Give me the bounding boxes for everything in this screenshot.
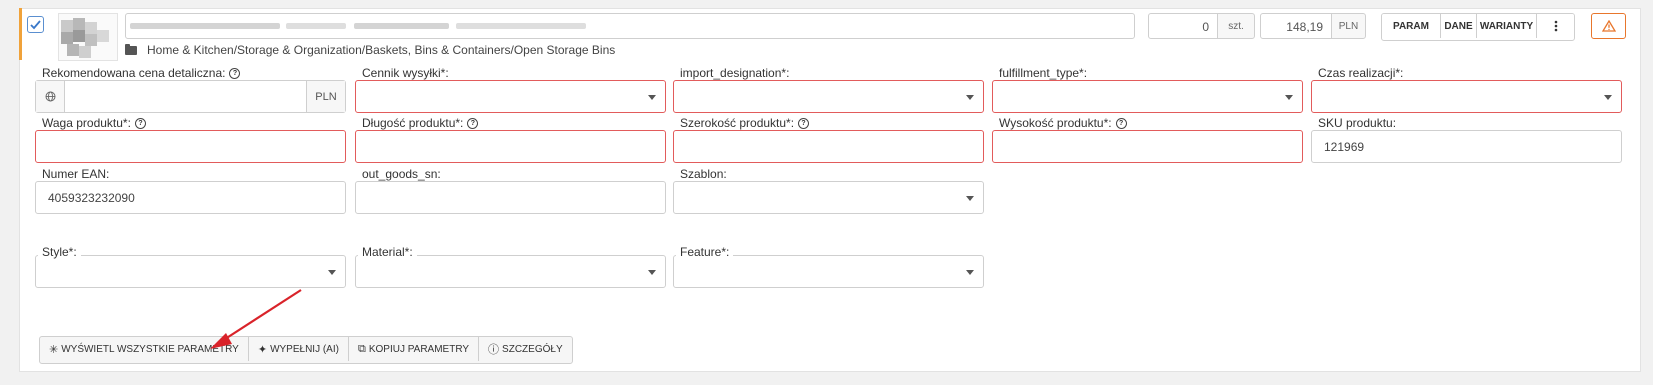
- quantity-input[interactable]: 0: [1148, 13, 1218, 39]
- info-icon: ⓘ: [488, 344, 500, 356]
- import-designation-select[interactable]: [673, 80, 984, 113]
- globe-icon: [36, 81, 65, 112]
- chevron-down-icon: [648, 95, 656, 100]
- fulfillment-type-label: fulfillment_type*:: [995, 66, 1092, 80]
- czas-realizacji-label: Czas realizacji*:: [1314, 66, 1408, 80]
- fill-ai-button[interactable]: ✦ WYPEŁNIJ (AI): [249, 337, 349, 361]
- chevron-down-icon: [1285, 95, 1293, 100]
- sku-value: 121969: [1324, 140, 1365, 154]
- asterisk-icon: ✳: [49, 343, 59, 356]
- folder-icon: [125, 43, 137, 55]
- fulfillment-type-select[interactable]: [992, 80, 1303, 113]
- quantity-unit: szt.: [1217, 13, 1255, 39]
- blurred-title-text: [354, 23, 449, 29]
- style-label: Style*:: [38, 245, 81, 259]
- copy-parameters-button[interactable]: ⧉ KOPIUJ PARAMETRY: [349, 337, 480, 361]
- category-breadcrumb: Home & Kitchen/Storage & Organization/Ba…: [125, 43, 615, 57]
- blurred-title-text: [286, 23, 346, 29]
- chevron-down-icon: [966, 196, 974, 201]
- dane-button[interactable]: DANE: [1441, 14, 1477, 38]
- details-button[interactable]: ⓘ SZCZEGÓŁY: [479, 337, 572, 361]
- card-accent-bar: [19, 8, 22, 60]
- product-thumbnail[interactable]: [58, 13, 118, 61]
- sku-produktu-label: SKU produktu:: [1314, 116, 1401, 130]
- price-currency: PLN: [1331, 13, 1366, 39]
- chevron-down-icon: [1604, 95, 1612, 100]
- out-goods-sn-input[interactable]: [355, 181, 666, 214]
- copy-icon: ⧉: [357, 342, 366, 355]
- out-goods-sn-label: out_goods_sn:: [358, 167, 445, 181]
- warning-triangle-icon: [1601, 20, 1616, 32]
- waga-produktu-input[interactable]: [35, 130, 346, 163]
- checkmark-icon: [30, 20, 41, 30]
- szerokosc-label-text: Szerokość produktu*:: [680, 116, 795, 130]
- import-designation-label: import_designation*:: [676, 66, 794, 80]
- kebab-icon: [1554, 20, 1557, 32]
- numer-ean-input[interactable]: 4059323232090: [35, 181, 346, 214]
- waga-label-text: Waga produktu*:: [42, 116, 131, 130]
- help-icon[interactable]: ?: [1115, 117, 1127, 129]
- material-select[interactable]: [355, 255, 666, 288]
- rrp-label: Rekomendowana cena detaliczna:?: [38, 66, 245, 80]
- blurred-title-text: [130, 23, 280, 29]
- feature-select[interactable]: [673, 255, 984, 288]
- wysokosc-label-text: Wysokość produktu*:: [999, 116, 1112, 130]
- sku-produktu-input[interactable]: 121969: [1311, 130, 1622, 163]
- show-all-parameters-button[interactable]: ✳ WYŚWIETL WSZYSTKIE PARAMETRY: [40, 337, 249, 361]
- param-button[interactable]: PARAM: [1382, 14, 1441, 38]
- fill-ai-label: WYPEŁNIJ (AI): [270, 343, 339, 355]
- dlugosc-label-text: Długość produktu*:: [362, 116, 464, 130]
- szerokosc-produktu-label: Szerokość produktu*:?: [676, 116, 814, 130]
- szablon-select[interactable]: [673, 181, 984, 214]
- help-icon[interactable]: ?: [134, 117, 146, 129]
- warianty-button[interactable]: WARIANTY: [1477, 14, 1537, 38]
- czas-realizacji-select[interactable]: [1311, 80, 1622, 113]
- details-label: SZCZEGÓŁY: [502, 343, 563, 355]
- rrp-label-text: Rekomendowana cena detaliczna:: [42, 66, 226, 80]
- szerokosc-produktu-input[interactable]: [673, 130, 984, 163]
- chevron-down-icon: [328, 270, 336, 275]
- cennik-wysylki-label: Cennik wysyłki*:: [358, 66, 453, 80]
- help-icon[interactable]: ?: [798, 117, 810, 129]
- help-icon[interactable]: ?: [229, 67, 241, 79]
- more-options-button[interactable]: [1537, 14, 1574, 38]
- warning-button[interactable]: [1591, 13, 1626, 39]
- blurred-title-text: [456, 23, 586, 29]
- wysokosc-produktu-input[interactable]: [992, 130, 1303, 163]
- help-icon[interactable]: ?: [467, 117, 479, 129]
- category-path: Home & Kitchen/Storage & Organization/Ba…: [147, 43, 616, 57]
- chevron-down-icon: [966, 270, 974, 275]
- rrp-currency: PLN: [306, 81, 345, 112]
- show-all-label: WYŚWIETL WSZYSTKIE PARAMETRY: [61, 343, 239, 355]
- material-label: Material*:: [358, 245, 417, 259]
- copy-label: KOPIUJ PARAMETRY: [368, 343, 470, 355]
- product-title-input[interactable]: [125, 13, 1135, 39]
- parameter-actions: ✳ WYŚWIETL WSZYSTKIE PARAMETRY ✦ WYPEŁNIJ …: [39, 336, 573, 364]
- product-toolbar: PARAM DANE WARIANTY: [1381, 13, 1575, 41]
- sparkle-icon: ✦: [257, 343, 268, 356]
- cennik-wysylki-select[interactable]: [355, 80, 666, 113]
- feature-label: Feature*:: [676, 245, 734, 259]
- style-select[interactable]: [35, 255, 346, 288]
- dlugosc-produktu-label: Długość produktu*:?: [358, 116, 483, 130]
- product-select-checkbox[interactable]: [27, 16, 44, 33]
- waga-produktu-label: Waga produktu*:?: [38, 116, 150, 130]
- chevron-down-icon: [966, 95, 974, 100]
- rrp-field[interactable]: PLN: [35, 80, 346, 113]
- szablon-label: Szablon:: [676, 167, 731, 181]
- dlugosc-produktu-input[interactable]: [355, 130, 666, 163]
- price-input[interactable]: 148,19: [1260, 13, 1332, 39]
- numer-ean-label: Numer EAN:: [38, 167, 114, 181]
- chevron-down-icon: [648, 270, 656, 275]
- wysokosc-produktu-label: Wysokość produktu*:?: [995, 116, 1131, 130]
- ean-value: 4059323232090: [48, 191, 135, 205]
